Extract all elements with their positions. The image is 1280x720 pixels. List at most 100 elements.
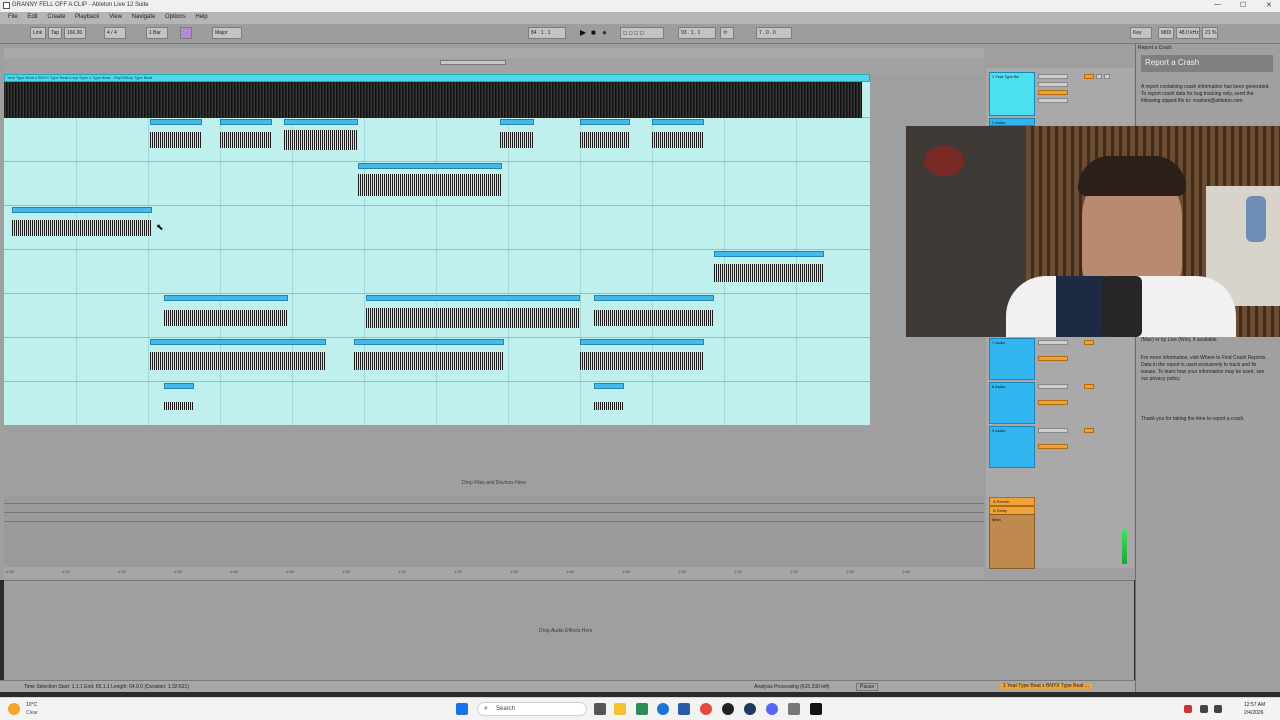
audio-clip[interactable]: [12, 207, 152, 213]
loop-brace[interactable]: [440, 60, 506, 65]
monitor-switch[interactable]: [1038, 356, 1068, 361]
current-track-status[interactable]: 1 Yeat Type Beat x BNYX Type Beat ...: [1000, 683, 1092, 689]
taskbar-clock-date[interactable]: 2/4/2026: [1244, 710, 1263, 716]
track-lanes[interactable]: Yeat Type Beat x BNYX Type Beat Loop Syn…: [4, 74, 870, 425]
master-audio-clip-header[interactable]: Yeat Type Beat x BNYX Type Beat Loop Syn…: [4, 74, 870, 82]
time-ruler[interactable]: 0:00 0:10 0:20 0:30 0:40 0:50 1:00 1:10 …: [4, 567, 984, 579]
device-view[interactable]: Drop Audio Effects Here: [4, 580, 1134, 680]
loop-brace-area[interactable]: [4, 58, 984, 74]
quantize-menu[interactable]: 1 Bar: [146, 27, 168, 39]
stop-button[interactable]: ■: [591, 28, 596, 38]
menu-view[interactable]: View: [109, 14, 122, 20]
input-type-chooser[interactable]: [1038, 384, 1068, 389]
file-explorer-icon[interactable]: [614, 703, 626, 715]
track-header-8[interactable]: 8 Audio: [989, 382, 1035, 424]
audio-clip[interactable]: [652, 119, 704, 125]
volume-icon[interactable]: [1214, 705, 1222, 713]
overdub-automation-group[interactable]: ◻ ◻ ◻ ◻: [620, 27, 664, 39]
steam-icon[interactable]: [744, 703, 756, 715]
track-lane-8[interactable]: [4, 382, 870, 425]
audio-clip[interactable]: [150, 119, 202, 125]
tap-tempo-button[interactable]: Tap: [48, 27, 62, 39]
track-header-7[interactable]: 7 Audio: [989, 338, 1035, 380]
maximize-button[interactable]: ☐: [1240, 1, 1246, 9]
track-lane-4[interactable]: ⬉: [4, 206, 870, 250]
menu-help[interactable]: Help: [195, 14, 207, 20]
scale-mode-button[interactable]: [180, 27, 192, 39]
track-activator[interactable]: [1084, 74, 1094, 79]
link-button[interactable]: Link: [30, 27, 46, 39]
tray-icon[interactable]: [1184, 705, 1192, 713]
track-header-1[interactable]: 1 Yeat Type Be: [989, 72, 1035, 116]
pause-button[interactable]: Pause: [856, 683, 879, 691]
app-icon[interactable]: [722, 703, 734, 715]
menu-file[interactable]: File: [8, 14, 18, 20]
minimize-button[interactable]: —: [1214, 1, 1221, 8]
taskbar-clock-time[interactable]: 12:57 AM: [1244, 702, 1265, 708]
input-type-chooser[interactable]: [1038, 340, 1068, 345]
network-icon[interactable]: [1200, 705, 1208, 713]
settings-icon[interactable]: [788, 703, 800, 715]
main-track-header[interactable]: Main: [989, 514, 1035, 569]
start-menu-icon[interactable]: [456, 703, 468, 715]
close-button[interactable]: ✕: [1266, 1, 1272, 9]
audio-clip[interactable]: [354, 339, 504, 345]
discord-icon[interactable]: [766, 703, 778, 715]
menu-options[interactable]: Options: [165, 14, 186, 20]
beat-time-ruler[interactable]: [4, 48, 984, 58]
track-activator[interactable]: [1084, 428, 1094, 433]
input-channel-chooser[interactable]: [1038, 82, 1068, 87]
task-view-icon[interactable]: [594, 703, 606, 715]
loop-start-field[interactable]: 93 . 1 . 1: [678, 27, 716, 39]
return-track-lanes[interactable]: [4, 495, 984, 567]
arm-button[interactable]: [1104, 74, 1110, 79]
store-icon[interactable]: [678, 703, 690, 715]
play-button[interactable]: ▶: [580, 28, 586, 38]
return-track-a[interactable]: A Reverb: [989, 497, 1035, 506]
audio-clip[interactable]: [366, 295, 580, 301]
menu-create[interactable]: Create: [47, 14, 65, 20]
output-type-chooser[interactable]: [1038, 98, 1068, 103]
input-type-chooser[interactable]: [1038, 428, 1068, 433]
monitor-switch[interactable]: [1038, 90, 1068, 95]
track-lane-6[interactable]: [4, 294, 870, 338]
audio-clip[interactable]: [580, 119, 630, 125]
audio-clip[interactable]: [284, 119, 358, 125]
track-header-2[interactable]: 2 Audio: [989, 118, 1035, 126]
weather-icon[interactable]: [8, 703, 20, 715]
track-activator[interactable]: [1084, 384, 1094, 389]
taskbar-search[interactable]: ⌕ Search: [477, 702, 587, 716]
loop-length-field[interactable]: 7 . 0 . 0: [756, 27, 792, 39]
menu-navigate[interactable]: Navigate: [132, 14, 156, 20]
solo-button[interactable]: [1096, 74, 1102, 79]
time-signature-field[interactable]: 4 / 4: [104, 27, 126, 39]
track-lane-3[interactable]: [4, 162, 870, 206]
audio-clip[interactable]: [220, 119, 272, 125]
track-lane-2[interactable]: [4, 118, 870, 162]
audio-clip[interactable]: [150, 339, 326, 345]
midi-map-button[interactable]: MIDI: [1158, 27, 1174, 39]
audio-clip[interactable]: [714, 251, 824, 257]
tempo-field[interactable]: 166.00: [64, 27, 86, 39]
ableton-live-taskbar-icon[interactable]: [810, 703, 822, 715]
audio-clip[interactable]: [500, 119, 534, 125]
key-map-button[interactable]: Key: [1130, 27, 1152, 39]
chrome-icon[interactable]: [700, 703, 712, 715]
audio-clip[interactable]: [594, 295, 714, 301]
app-icon[interactable]: [636, 703, 648, 715]
track-header-9[interactable]: 9 Audio: [989, 426, 1035, 468]
menu-playback[interactable]: Playback: [75, 14, 99, 20]
audio-clip[interactable]: [164, 383, 194, 389]
song-position-field[interactable]: 84 . 1 . 1: [528, 27, 566, 39]
drop-zone[interactable]: Drop Files and Devices Here: [4, 425, 984, 495]
track-activator[interactable]: [1084, 340, 1094, 345]
scale-name-menu[interactable]: Major: [212, 27, 242, 39]
menu-edit[interactable]: Edit: [27, 14, 37, 20]
track-lane-1[interactable]: Yeat Type Beat x BNYX Type Beat Loop Syn…: [4, 74, 870, 118]
monitor-switch[interactable]: [1038, 444, 1068, 449]
record-button[interactable]: ●: [602, 28, 607, 38]
track-lane-7[interactable]: [4, 338, 870, 382]
edge-browser-icon[interactable]: [657, 703, 669, 715]
audio-clip[interactable]: [580, 339, 704, 345]
input-type-chooser[interactable]: [1038, 74, 1068, 79]
